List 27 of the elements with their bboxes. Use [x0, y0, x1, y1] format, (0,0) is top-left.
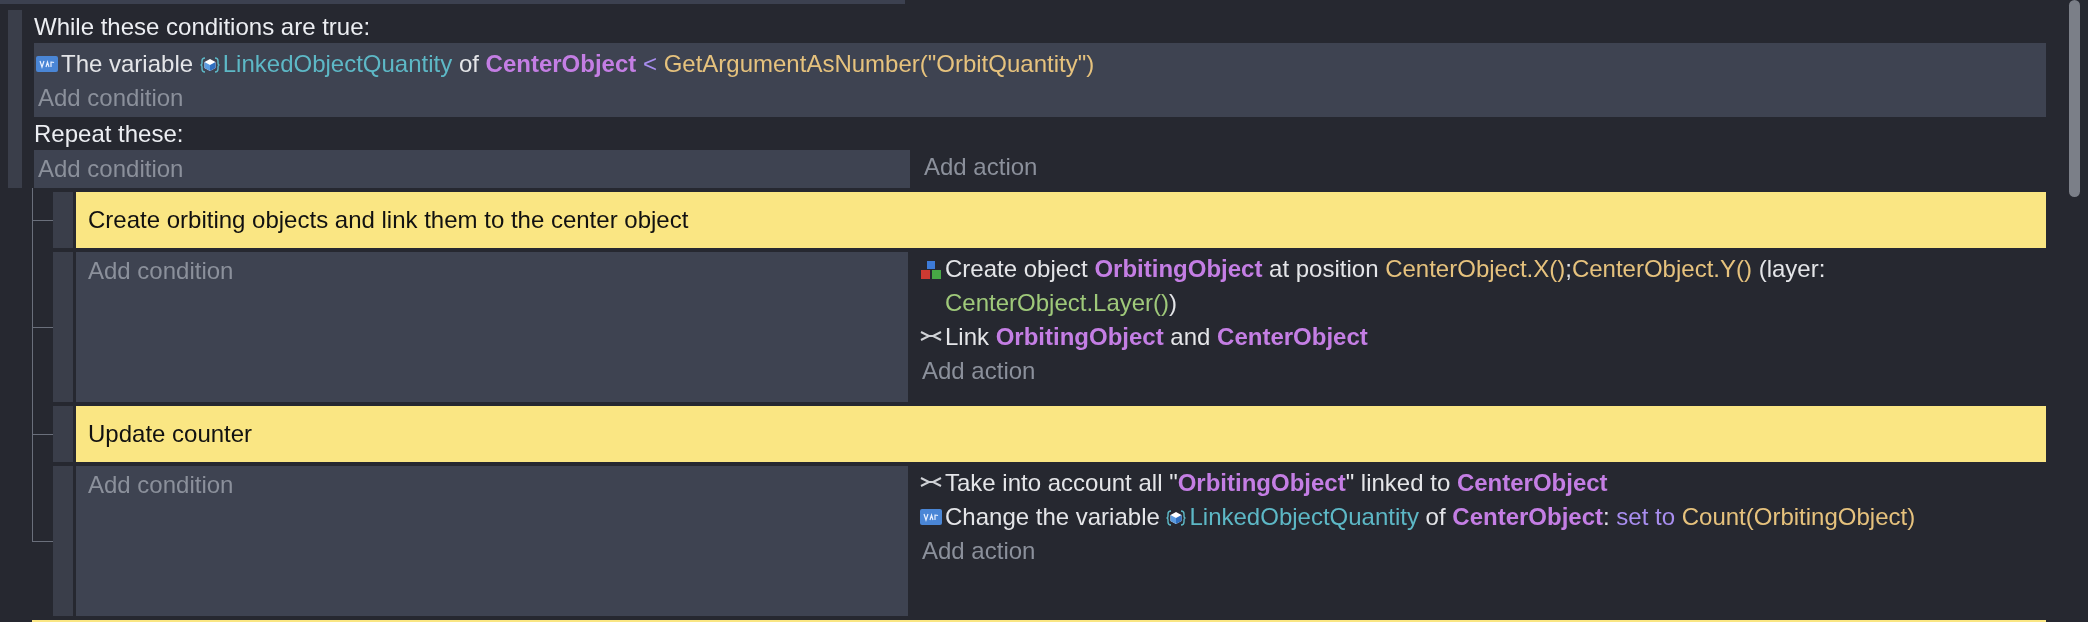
link-icon	[920, 328, 942, 344]
cubes-icon	[920, 260, 942, 280]
while-header: While these conditions are true:	[34, 12, 372, 42]
comment-text[interactable]: Update counter	[76, 406, 2046, 462]
scrollbar[interactable]	[2069, 0, 2080, 197]
comment-text[interactable]: Create orbiting objects and link them to the center object	[76, 192, 2046, 248]
add-action-link[interactable]: Add action	[918, 534, 1040, 568]
add-action-link[interactable]: Add action	[920, 150, 1042, 184]
action-text[interactable]: Create object OrbitingObject at position CenterObject.X();CenterObject.Y() (layer: CenterObject.Layer())	[945, 252, 2038, 320]
action-text[interactable]: Change the variable	[945, 500, 1167, 534]
event-drag-handle[interactable]	[53, 466, 73, 616]
variable-icon	[1166, 508, 1187, 528]
variable-icon	[199, 55, 220, 75]
repeat-header: Repeat these:	[34, 119, 185, 149]
link-icon	[920, 474, 942, 490]
action-text[interactable]: Take into account all "OrbitingObject" linked to CenterObject	[945, 466, 1608, 500]
action-text[interactable]: Link OrbitingObject and CenterObject	[945, 320, 1368, 354]
condition-text[interactable]: LinkedObjectQuantity of CenterObject < GetArgumentAsNumber("OrbitQuantity")	[222, 47, 1095, 81]
condition-text[interactable]: The variable	[61, 47, 200, 81]
event-drag-handle[interactable]	[53, 406, 73, 462]
event-drag-handle[interactable]	[8, 10, 22, 188]
variable-badge-icon	[36, 55, 58, 73]
action-text[interactable]: LinkedObjectQuantity of CenterObject: set to Count(OrbitingObject)	[1189, 500, 1916, 534]
event-drag-handle[interactable]	[53, 252, 73, 402]
event-drag-handle[interactable]	[53, 192, 73, 248]
add-action-link[interactable]: Add action	[918, 354, 1040, 388]
variable-badge-icon	[920, 508, 942, 526]
